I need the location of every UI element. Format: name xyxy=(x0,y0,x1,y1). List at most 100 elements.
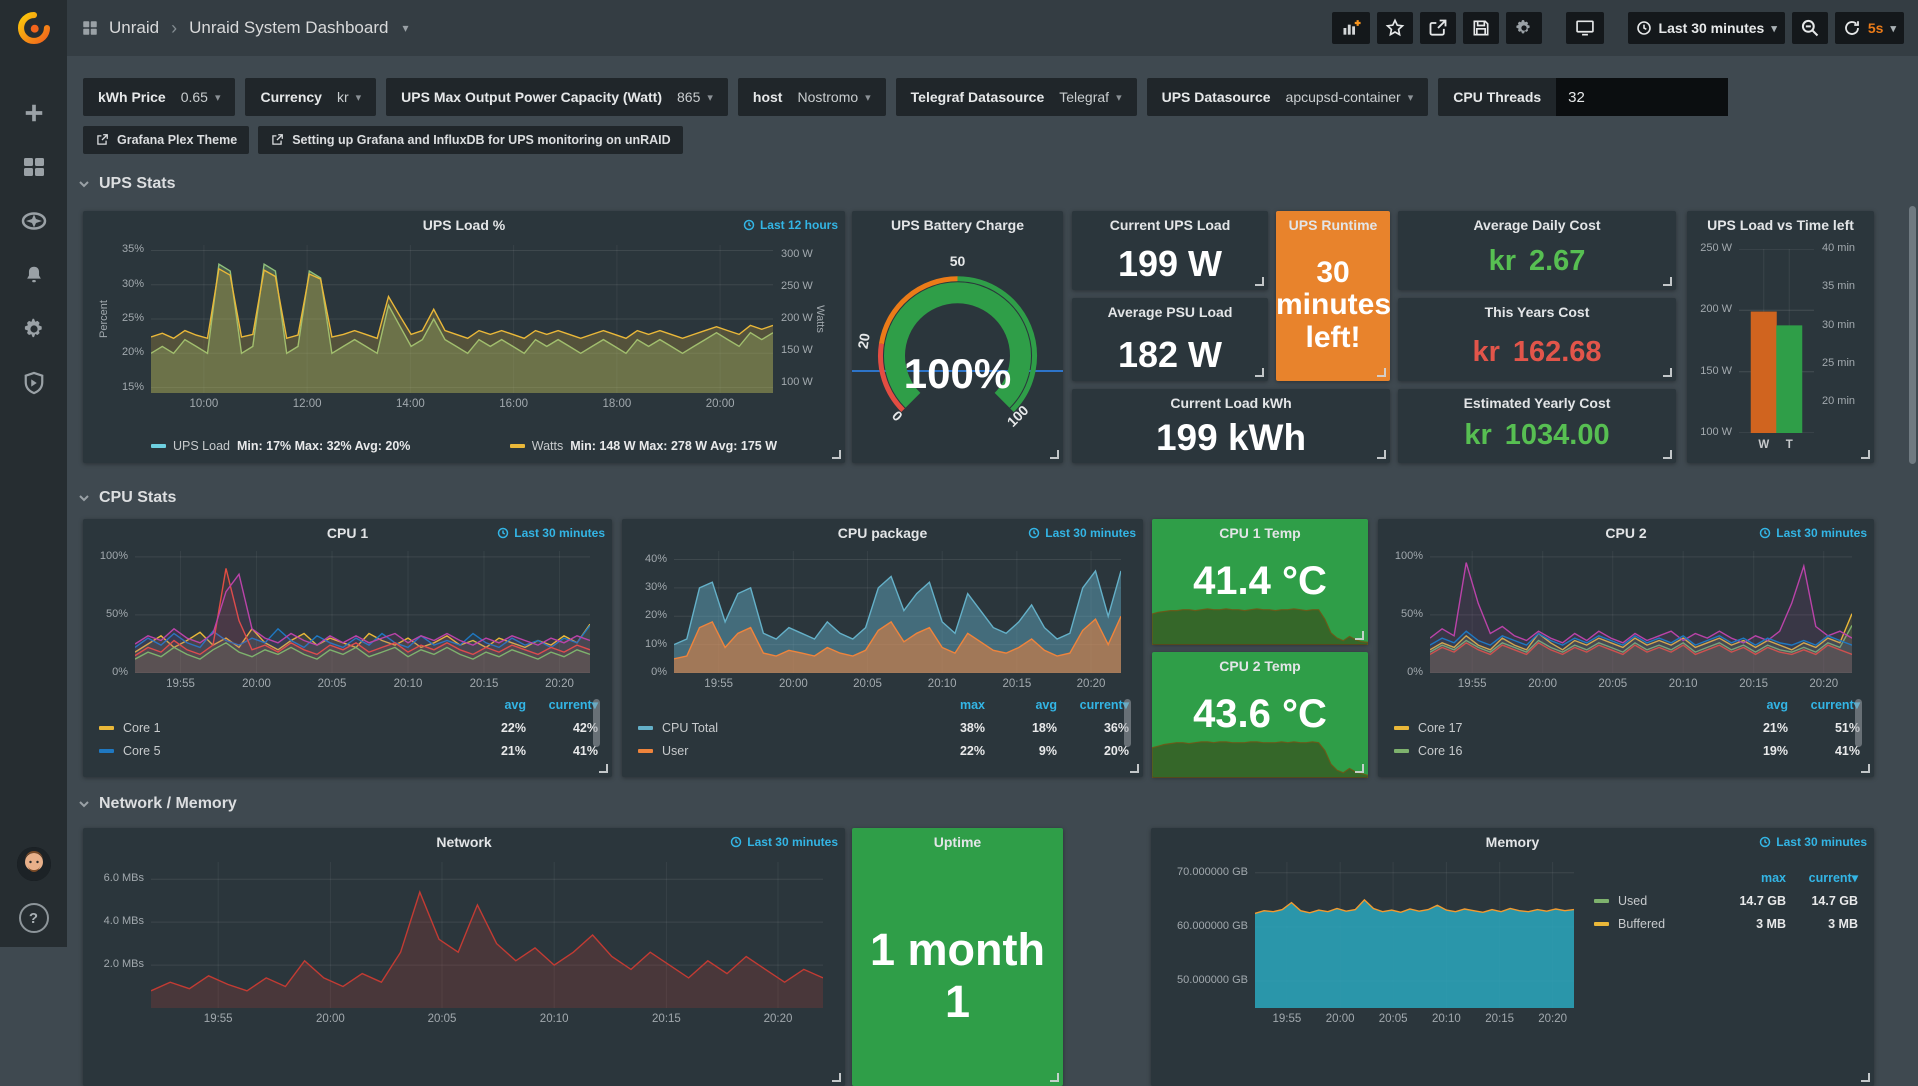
panel-resize-handle[interactable] xyxy=(1130,764,1139,773)
alerting-bell-icon[interactable] xyxy=(21,262,47,288)
panel-title[interactable]: Average PSU Load xyxy=(1108,304,1233,320)
panel-title[interactable]: CPU package xyxy=(838,525,927,541)
panel-time-override-badge[interactable]: Last 12 hours xyxy=(743,218,838,232)
cpu-threads-input[interactable] xyxy=(1556,78,1728,116)
panel-title[interactable]: UPS Load vs Time left xyxy=(1707,217,1854,233)
panel-title[interactable]: CPU 2 Temp xyxy=(1219,658,1300,674)
variable-value-dropdown[interactable]: apcupsd-container▾ xyxy=(1286,89,1414,105)
legend-series-label[interactable]: UPS Load xyxy=(173,439,230,453)
time-series-chart[interactable] xyxy=(151,245,773,393)
panel-resize-handle[interactable] xyxy=(1355,631,1364,640)
panel-time-override-badge[interactable]: Last 30 minutes xyxy=(1759,835,1867,849)
configuration-gear-icon[interactable] xyxy=(21,316,47,342)
legend-column-header[interactable]: avg xyxy=(985,698,1057,712)
help-icon[interactable]: ? xyxy=(19,903,49,933)
panel-time-override-badge[interactable]: Last 30 minutes xyxy=(497,526,605,540)
legend-series-label[interactable]: Watts xyxy=(532,439,563,453)
legend-series-label[interactable]: Core 5 xyxy=(99,744,454,758)
panel-resize-handle[interactable] xyxy=(832,1073,841,1082)
panel-resize-handle[interactable] xyxy=(1050,1073,1059,1082)
legend-column-header[interactable]: avg xyxy=(1716,698,1788,712)
panel-resize-handle[interactable] xyxy=(1255,368,1264,377)
create-icon[interactable] xyxy=(21,100,47,126)
panel-resize-handle[interactable] xyxy=(1377,368,1386,377)
variable-value-dropdown[interactable]: Nostromo▾ xyxy=(797,89,870,105)
server-admin-shield-icon[interactable] xyxy=(21,370,47,396)
section-network-memory[interactable]: Network / Memory xyxy=(78,795,237,813)
user-avatar[interactable] xyxy=(17,847,51,881)
time-range-picker[interactable]: Last 30 minutes ▾ xyxy=(1628,12,1785,44)
panel-title[interactable]: CPU 1 Temp xyxy=(1219,525,1300,541)
panel-resize-handle[interactable] xyxy=(599,764,608,773)
panel-title[interactable]: Current UPS Load xyxy=(1110,217,1231,233)
panel-title[interactable]: Estimated Yearly Cost xyxy=(1464,395,1611,411)
panel-title[interactable]: UPS Load % xyxy=(423,217,505,233)
panel-title[interactable]: CPU 1 xyxy=(327,525,368,541)
battery-gauge[interactable]: 02050100100% xyxy=(852,237,1063,457)
star-dashboard-button[interactable] xyxy=(1377,12,1413,44)
panel-time-override-badge[interactable]: Last 30 minutes xyxy=(1759,526,1867,540)
panel-resize-handle[interactable] xyxy=(1255,277,1264,286)
legend-series-label[interactable]: User xyxy=(638,744,913,758)
add-panel-button[interactable] xyxy=(1332,12,1370,44)
legend-column-header[interactable]: avg xyxy=(454,698,526,712)
panel-title[interactable]: This Years Cost xyxy=(1485,304,1590,320)
panel-title[interactable]: Current Load kWh xyxy=(1170,395,1291,411)
share-dashboard-button[interactable] xyxy=(1420,12,1456,44)
panel-resize-handle[interactable] xyxy=(1663,450,1672,459)
legend-column-header[interactable]: current▾ xyxy=(1057,697,1129,712)
panel-resize-handle[interactable] xyxy=(1377,450,1386,459)
chevron-down-icon[interactable]: ▾ xyxy=(402,21,408,35)
time-series-chart[interactable] xyxy=(1255,862,1574,1008)
breadcrumb-folder[interactable]: Unraid xyxy=(109,18,159,38)
panel-title[interactable]: Network xyxy=(436,834,491,850)
legend-scrollbar[interactable] xyxy=(593,699,600,747)
legend-series-label[interactable]: Core 17 xyxy=(1394,721,1716,735)
panel-time-override-badge[interactable]: Last 30 minutes xyxy=(1028,526,1136,540)
time-series-chart[interactable] xyxy=(135,551,590,673)
panel-resize-handle[interactable] xyxy=(1663,277,1672,286)
time-series-chart[interactable] xyxy=(1430,551,1852,673)
link-grafana-plex-theme[interactable]: Grafana Plex Theme xyxy=(83,126,249,154)
panel-resize-handle[interactable] xyxy=(1663,368,1672,377)
variable-value-dropdown[interactable]: 0.65▾ xyxy=(181,89,221,105)
legend-series-label[interactable]: CPU Total xyxy=(638,721,913,735)
legend-scrollbar[interactable] xyxy=(1855,699,1862,747)
panel-title[interactable]: UPS Runtime xyxy=(1289,217,1378,233)
dashboard-settings-button[interactable] xyxy=(1506,12,1542,44)
legend-scrollbar[interactable] xyxy=(1124,699,1131,747)
panel-resize-handle[interactable] xyxy=(1861,764,1870,773)
panel-title[interactable]: Memory xyxy=(1486,834,1540,850)
panel-resize-handle[interactable] xyxy=(1050,450,1059,459)
legend-series-label[interactable]: Buffered xyxy=(1594,917,1714,931)
refresh-button[interactable]: 5s ▾ xyxy=(1835,12,1904,44)
legend-series-label[interactable]: Core 16 xyxy=(1394,744,1716,758)
panel-title[interactable]: UPS Battery Charge xyxy=(891,217,1024,233)
panel-resize-handle[interactable] xyxy=(1355,764,1364,773)
legend-column-header[interactable]: current▾ xyxy=(1786,870,1858,885)
panel-title[interactable]: Uptime xyxy=(934,834,981,850)
legend-series-label[interactable]: Core 1 xyxy=(99,721,454,735)
link-grafana-influxdb-ups-guide[interactable]: Setting up Grafana and InfluxDB for UPS … xyxy=(258,126,682,154)
bar-gauge-chart[interactable] xyxy=(1739,249,1814,433)
time-series-chart[interactable] xyxy=(151,862,823,1008)
legend-column-header[interactable]: max xyxy=(913,698,985,712)
legend-column-header[interactable]: current▾ xyxy=(526,697,598,712)
zoom-out-time-button[interactable] xyxy=(1792,12,1828,44)
panel-resize-handle[interactable] xyxy=(1861,450,1870,459)
legend-column-header[interactable]: current▾ xyxy=(1788,697,1860,712)
panel-title[interactable]: CPU 2 xyxy=(1605,525,1646,541)
variable-value-dropdown[interactable]: kr▾ xyxy=(337,89,361,105)
dashboards-icon[interactable] xyxy=(21,154,47,180)
panel-resize-handle[interactable] xyxy=(832,450,841,459)
cycle-view-mode-button[interactable] xyxy=(1566,12,1604,44)
legend-column-header[interactable]: max xyxy=(1714,871,1786,885)
panel-resize-handle[interactable] xyxy=(1861,1073,1870,1082)
breadcrumb-title[interactable]: Unraid System Dashboard xyxy=(189,18,388,38)
explore-icon[interactable] xyxy=(21,208,47,234)
section-ups-stats[interactable]: UPS Stats xyxy=(78,175,175,193)
dashboard-scrollbar[interactable] xyxy=(1909,206,1916,464)
legend-series-label[interactable]: Used xyxy=(1594,894,1714,908)
save-dashboard-button[interactable] xyxy=(1463,12,1499,44)
time-series-chart[interactable] xyxy=(674,551,1121,673)
